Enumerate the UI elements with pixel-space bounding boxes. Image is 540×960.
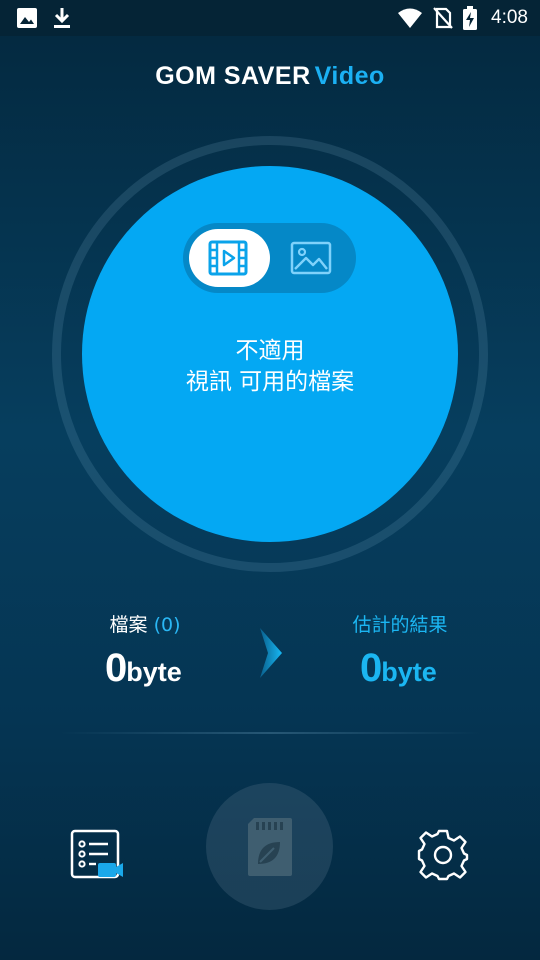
estimate-size-unit: byte: [381, 657, 437, 687]
sd-card-leaf-icon: [248, 818, 292, 876]
arrow-right-icon: [260, 628, 282, 678]
files-count: (0): [153, 614, 181, 636]
status-time: 4:08: [491, 7, 528, 28]
empty-message-line1: 不適用: [235, 338, 305, 364]
files-label-text: 檔案: [109, 614, 148, 636]
video-mode-icon[interactable]: [208, 240, 248, 276]
download-icon: [54, 8, 70, 28]
files-label: 檔案 (0): [90, 610, 200, 637]
empty-state-message: 不適用 視訊 可用的檔案: [82, 336, 458, 398]
status-bar: 4:08: [0, 0, 540, 36]
image-notification-icon: [17, 8, 37, 28]
estimate-size-number: 0: [360, 646, 382, 690]
no-sim-icon: [433, 7, 453, 29]
settings-gear-icon[interactable]: [416, 828, 470, 882]
app-title-main: GOM SAVER: [155, 62, 311, 90]
app-title-accent: Video: [314, 62, 385, 90]
app-title: GOM SAVER Video: [0, 62, 540, 91]
video-list-icon[interactable]: [68, 828, 124, 882]
files-size: 0byte: [105, 646, 182, 691]
estimate-label: 估計的結果: [352, 614, 448, 636]
estimate-size: 0byte: [360, 646, 437, 691]
files-size-number: 0: [105, 646, 127, 690]
empty-message-line2: 視訊 可用的檔案: [185, 369, 355, 395]
image-mode-icon[interactable]: [290, 241, 332, 275]
battery-charging-icon: [463, 6, 478, 30]
divider: [60, 732, 480, 734]
files-size-unit: byte: [126, 657, 182, 687]
wifi-icon: [398, 8, 423, 28]
